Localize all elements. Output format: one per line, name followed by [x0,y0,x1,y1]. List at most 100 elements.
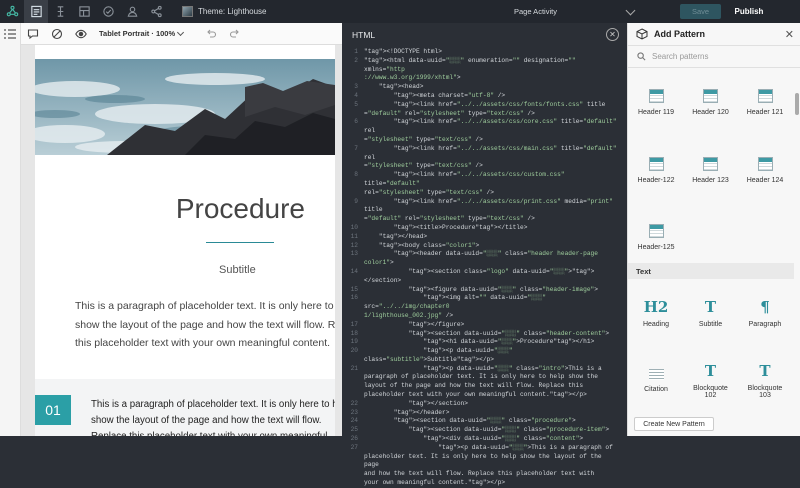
link-off-icon[interactable] [45,23,69,45]
code-line[interactable]: 10 "tag"><title>Procedure"tag"></title> [342,224,627,233]
code-text[interactable]: "tag"><link href="../../assets/css/main.… [364,145,619,171]
comment-icon[interactable] [21,23,45,45]
create-new-pattern-button[interactable]: Create New Pattern [634,417,714,431]
code-text[interactable]: "tag"></figure> [364,321,619,330]
pattern-search[interactable]: Search patterns [628,46,800,68]
pattern-item[interactable]: T Blockquote 102 [684,347,737,415]
pattern-item[interactable]: Header 119 [628,68,684,136]
pattern-item[interactable]: Header-125 [628,204,684,270]
code-text[interactable]: "tag"></section> [364,400,619,409]
code-line[interactable]: 26 "tag"><div data-uuid="░░░" class="con… [342,435,627,444]
code-text[interactable]: "tag"></head> [364,233,619,242]
layout-icon[interactable] [72,0,96,23]
page-activity-dropdown[interactable]: Page Activity [512,4,636,19]
code-line[interactable]: 14 "tag"><section class="logo" data-uuid… [342,268,627,286]
code-editor[interactable]: 1 "tag"><!DOCTYPE html> 2 "tag"><html data-… [342,48,627,488]
pattern-item[interactable]: Citation [628,347,684,415]
code-line[interactable]: 7 "tag"><link href="../../assets/css/mai… [342,145,627,171]
search-input[interactable]: Search patterns [652,52,708,61]
pattern-item[interactable]: Header 121 [737,68,793,136]
check-icon[interactable] [96,0,120,23]
code-line[interactable]: 15 "tag"><figure data-uuid="░░░" class="… [342,286,627,295]
page-canvas[interactable]: Procedure Subtitle This is a paragraph o… [35,45,335,436]
line-number: 7 [354,144,358,152]
code-text[interactable]: "tag"><body class="color1"> [364,242,619,251]
pattern-item[interactable]: Header-122 [628,136,684,204]
code-text[interactable]: "tag"><link href="../../assets/css/fonts… [364,101,619,119]
intro-paragraph[interactable]: This is a paragraph of placeholder text.… [75,297,335,353]
logo-icon[interactable] [0,0,24,23]
outline-icon[interactable] [48,0,72,23]
device-selector[interactable]: Tablet Portrait · 100% [99,28,185,38]
code-text[interactable]: "tag"><title>Procedure"tag"></title> [364,224,619,233]
pattern-item[interactable]: Header 120 [684,68,737,136]
header-pattern-icon [703,156,718,171]
pattern-item[interactable]: ¶ Paragraph [737,279,793,347]
code-line[interactable]: 25 "tag"><section data-uuid="░░░" class=… [342,426,627,435]
code-text[interactable]: "tag"><head> [364,83,619,92]
patterns-scrollbar[interactable] [795,93,799,115]
pattern-item[interactable]: T Blockquote 103 [737,347,793,415]
code-line[interactable]: 21 "tag"><p data-uuid="░░░" class="intro… [342,365,627,400]
redo-icon[interactable] [223,23,247,45]
save-button[interactable]: Save [680,4,721,19]
code-text[interactable]: "tag"><p data-uuid="░░░" class="intro">T… [364,365,619,400]
theme-selector[interactable]: Theme: Lighthouse [182,6,267,17]
code-line[interactable]: 9 "tag"><link href="../../assets/css/pri… [342,198,627,224]
code-text[interactable]: "tag"><p data-uuid="░░░">This is a parag… [364,444,619,488]
code-line[interactable]: 16 "tag"><img alt="" data-uuid="░░░" src… [342,294,627,320]
code-text[interactable]: "tag"><link href="../../assets/css/core.… [364,118,619,144]
page-title[interactable]: Procedure [35,193,335,225]
code-text[interactable]: "tag"><link href="../../assets/css/print… [364,198,619,224]
code-line[interactable]: 27 "tag"><p data-uuid="░░░">This is a pa… [342,444,627,488]
share-icon[interactable] [144,0,168,23]
code-line[interactable]: 18 "tag"><section data-uuid="░░░" class=… [342,330,627,339]
page-subtitle[interactable]: Subtitle [219,264,256,276]
code-text[interactable]: "tag"><html data-uuid="░░░" enumeration=… [364,57,619,83]
code-line[interactable]: 17 "tag"></figure> [342,321,627,330]
code-line[interactable]: 12 "tag"><body class="color1"> [342,242,627,251]
code-text[interactable]: "tag"><figure data-uuid="░░░" class="hea… [364,286,619,295]
code-line[interactable]: 8 "tag"><link href="../../assets/css/cus… [342,171,627,197]
undo-icon[interactable] [199,23,223,45]
publish-button[interactable]: Publish [729,4,769,19]
code-text[interactable]: "tag"><link href="../../assets/css/custo… [364,171,619,197]
code-line[interactable]: 24 "tag"><section data-uuid="░░░" class=… [342,417,627,426]
eye-icon[interactable] [69,23,93,45]
code-line[interactable]: 20 "tag"><p data-uuid="░░░" class="subti… [342,347,627,365]
code-text[interactable]: "tag"><header data-uuid="░░░" class="hea… [364,250,619,268]
pattern-item[interactable]: T Subtitle [684,279,737,347]
users-icon[interactable] [120,0,144,23]
line-number: 18 [350,329,358,337]
code-line[interactable]: 19 "tag"><h1 data-uuid="░░░">Procedure"t… [342,338,627,347]
code-text[interactable]: "tag"><div data-uuid="░░░" class="conten… [364,435,619,444]
code-text[interactable]: "tag"><section data-uuid="░░░" class="pr… [364,417,619,426]
list-menu-icon[interactable] [4,29,16,39]
code-text[interactable]: "tag"><section data-uuid="░░░" class="he… [364,330,619,339]
code-line[interactable]: 1 "tag"><!DOCTYPE html> [342,48,627,57]
header-image[interactable] [35,59,335,155]
code-line[interactable]: 2 "tag"><html data-uuid="░░░" enumeration… [342,57,627,83]
step-paragraph[interactable]: This is a paragraph of placeholder text.… [91,397,335,436]
code-text[interactable]: "tag"><meta charset="utf-8" /> [364,92,619,101]
code-text[interactable]: "tag"><!DOCTYPE html> [364,48,619,57]
code-text[interactable]: "tag"><p data-uuid="░░░" class="subtitle… [364,347,619,365]
pages-icon[interactable] [24,0,48,23]
close-icon[interactable]: ✕ [606,28,619,41]
code-line[interactable]: 4 "tag"><meta charset="utf-8" /> [342,92,627,101]
code-text[interactable]: "tag"><img alt="" data-uuid="░░░" src=".… [364,294,619,320]
code-line[interactable]: 22 "tag"></section> [342,400,627,409]
pattern-item[interactable]: H2 Heading [628,279,684,347]
code-line[interactable]: 13 "tag"><header data-uuid="░░░" class="… [342,250,627,268]
close-icon[interactable]: ✕ [785,28,794,41]
pattern-item[interactable]: Header 123 [684,136,737,204]
pattern-label: Blockquote 102 [693,385,728,399]
code-text[interactable]: "tag"><section data-uuid="░░░" class="pr… [364,426,619,435]
code-text[interactable]: "tag"><section class="logo" data-uuid="░… [364,268,619,286]
code-text[interactable]: "tag"><h1 data-uuid="░░░">Procedure"tag"… [364,338,619,347]
code-line[interactable]: 6 "tag"><link href="../../assets/css/cor… [342,118,627,144]
pattern-item[interactable]: Header 124 [737,136,793,204]
code-line[interactable]: 11 "tag"></head> [342,233,627,242]
code-line[interactable]: 3 "tag"><head> [342,83,627,92]
code-line[interactable]: 5 "tag"><link href="../../assets/css/fon… [342,101,627,119]
